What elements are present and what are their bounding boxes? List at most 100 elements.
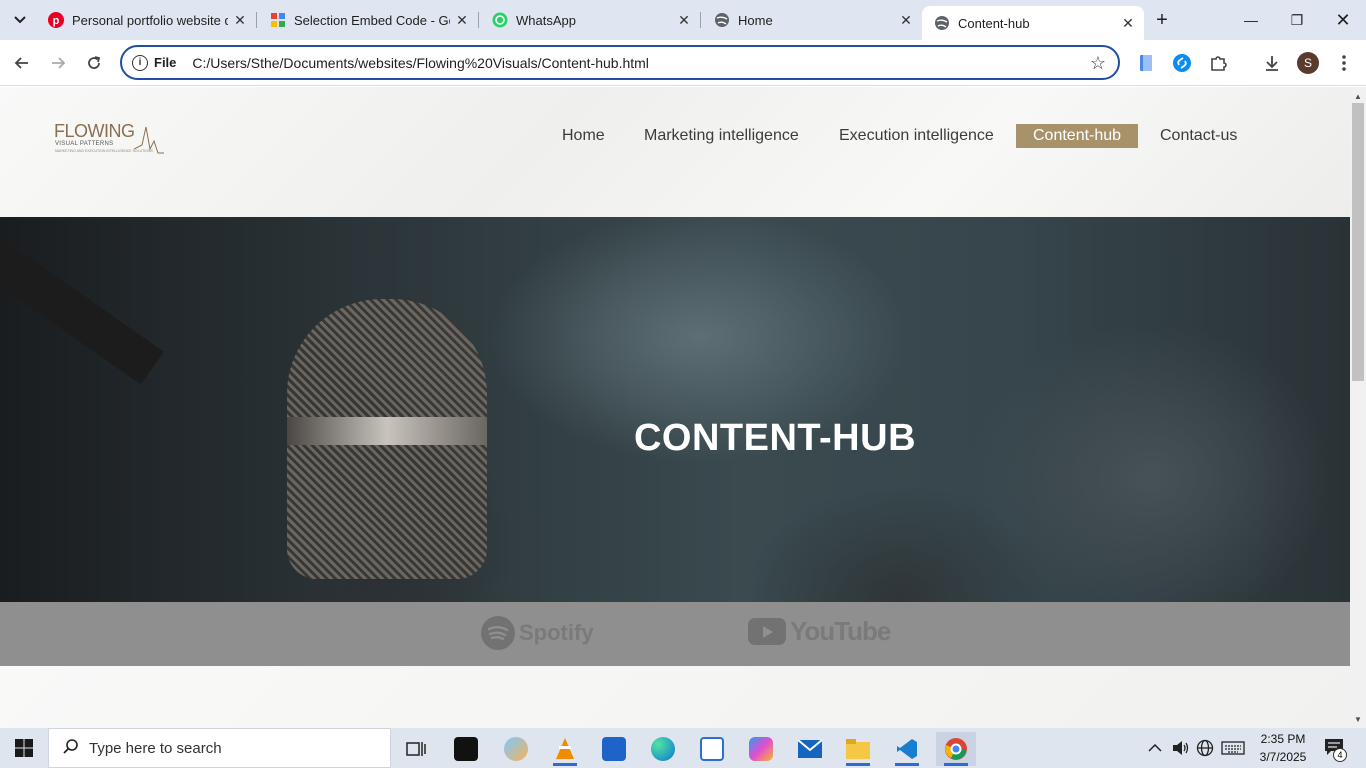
hero-banner: CONTENT-HUB [0,217,1350,602]
keyboard-icon [1221,741,1245,755]
puzzle-icon [1211,56,1227,71]
minimize-button[interactable]: — [1228,0,1274,40]
copilot-taskbar-icon[interactable] [741,732,781,766]
capcut-taskbar-icon[interactable] [446,732,486,766]
nav-link-active[interactable]: Content-hub [1016,124,1139,148]
bookmark-star-icon[interactable]: ☆ [1090,53,1106,74]
vlc-taskbar-icon[interactable] [545,732,585,766]
hero-title: CONTENT-HUB [633,417,917,459]
scroll-up-arrow-icon[interactable]: ▲ [1350,89,1366,103]
site-logo[interactable]: FLOWING VISUAL PATTERNS MARKETING AND EX… [52,119,164,159]
youtube-play-icon [748,618,786,645]
notification-count-badge: 4 [1333,748,1347,762]
globe-icon [1196,739,1214,757]
info-icon[interactable]: i [132,54,148,71]
new-tab-button[interactable]: + [1150,8,1174,32]
close-icon[interactable]: ✕ [1116,11,1140,35]
network-button[interactable] [1196,728,1214,768]
address-bar[interactable]: i File C:/Users/Sthe/Documents/websites/… [120,45,1120,80]
back-button[interactable] [8,49,36,77]
paint-taskbar-icon[interactable] [496,732,536,766]
globe-icon [934,15,950,31]
taskbar-clock[interactable]: 2:35 PM 3/7/2025 [1252,730,1314,766]
keyboard-button[interactable] [1221,728,1245,768]
nav-content-hub[interactable]: Content-hub [1016,123,1139,149]
profile-avatar[interactable]: S [1297,52,1319,74]
chrome-taskbar-icon[interactable] [936,732,976,766]
svg-text:p: p [53,15,60,27]
tab-pinterest[interactable]: p Personal portfolio website de ✕ [36,0,257,40]
scheme-label: File [154,55,177,70]
document-icon [1140,55,1152,71]
youtube-label: YouTube [790,616,891,646]
nav-link[interactable]: Execution intelligence [839,124,994,148]
reload-button[interactable] [80,49,108,77]
scroll-down-arrow-icon[interactable]: ▼ [1350,712,1366,726]
scroll-thumb[interactable] [1352,103,1364,381]
globe-icon [714,12,730,28]
arrow-right-icon [52,57,66,69]
volume-button[interactable] [1172,728,1190,768]
close-window-button[interactable]: ✕ [1320,0,1366,40]
youtube-link[interactable]: YouTube [748,616,891,647]
close-icon[interactable]: ✕ [894,8,918,32]
close-icon[interactable]: ✕ [450,8,474,32]
web-page: FLOWING VISUAL PATTERNS MARKETING AND EX… [0,87,1350,728]
tab-home[interactable]: Home ✕ [702,0,922,40]
edge-taskbar-icon[interactable] [643,732,683,766]
forward-button[interactable] [44,49,72,77]
tab-title: Selection Embed Code - Goo [294,12,450,28]
tab-whatsapp[interactable]: WhatsApp ✕ [480,0,701,40]
nav-marketing-intelligence[interactable]: Marketing intelligence [644,123,799,149]
speaker-icon [1173,741,1189,755]
tab-content-hub[interactable]: Content-hub ✕ [922,6,1144,40]
logo-subtitle: VISUAL PATTERNS [55,141,114,147]
task-view-button[interactable] [396,732,436,766]
show-hidden-icons-button[interactable] [1148,728,1162,768]
vscode-taskbar-icon[interactable] [887,732,927,766]
site-header: FLOWING VISUAL PATTERNS MARKETING AND EX… [0,87,1350,217]
logo-wordmark: FLOWING [54,121,135,141]
logo-tagline: MARKETING AND EXECUTION INTELLIGENCE SOL… [55,149,153,153]
url-text[interactable]: C:/Users/Sthe/Documents/websites/Flowing… [192,55,649,71]
shazam-extension-button[interactable] [1168,49,1196,77]
nav-contact-us[interactable]: Contact-us [1160,123,1237,149]
pinterest-icon: p [48,12,64,28]
menu-button[interactable] [1330,49,1358,77]
google-apps-icon [270,12,286,28]
news-taskbar-icon[interactable] [692,732,732,766]
taskbar-search-box[interactable]: Type here to search [48,728,391,768]
whatsapp-icon [492,12,508,28]
browser-toolbar: i File C:/Users/Sthe/Documents/websites/… [0,40,1366,86]
tab-search-button[interactable] [6,8,34,32]
tab-embed-code[interactable]: Selection Embed Code - Goo ✕ [258,0,479,40]
chevron-down-icon [14,16,26,24]
page-section-below [0,666,1350,728]
start-button[interactable] [0,728,48,768]
shazam-icon [1173,54,1191,72]
nav-execution-intelligence[interactable]: Execution intelligence [839,123,994,149]
extensions-button[interactable] [1204,49,1232,77]
mic-arm-image [0,237,164,385]
page-scrollbar[interactable]: ▲ ▼ [1350,87,1366,728]
downloads-button[interactable] [1258,49,1286,77]
kebab-menu-icon [1342,55,1346,71]
store-taskbar-icon[interactable] [594,732,634,766]
arrow-left-icon [14,57,28,69]
spotify-link[interactable]: Spotify [481,616,594,650]
nav-home[interactable]: Home [562,123,605,149]
close-icon[interactable]: ✕ [228,8,252,32]
restore-button[interactable]: ❐ [1274,0,1320,40]
reading-mode-button[interactable] [1132,49,1160,77]
search-icon [63,738,79,759]
nav-link[interactable]: Contact-us [1160,124,1237,148]
download-icon [1266,56,1278,71]
tab-title: WhatsApp [516,12,576,28]
close-icon[interactable]: ✕ [672,8,696,32]
nav-link[interactable]: Marketing intelligence [644,124,799,148]
tab-title: Personal portfolio website de [72,12,228,28]
file-explorer-taskbar-icon[interactable] [838,732,878,766]
search-placeholder: Type here to search [89,739,222,757]
mail-taskbar-icon[interactable] [790,732,830,766]
nav-link[interactable]: Home [562,124,605,148]
